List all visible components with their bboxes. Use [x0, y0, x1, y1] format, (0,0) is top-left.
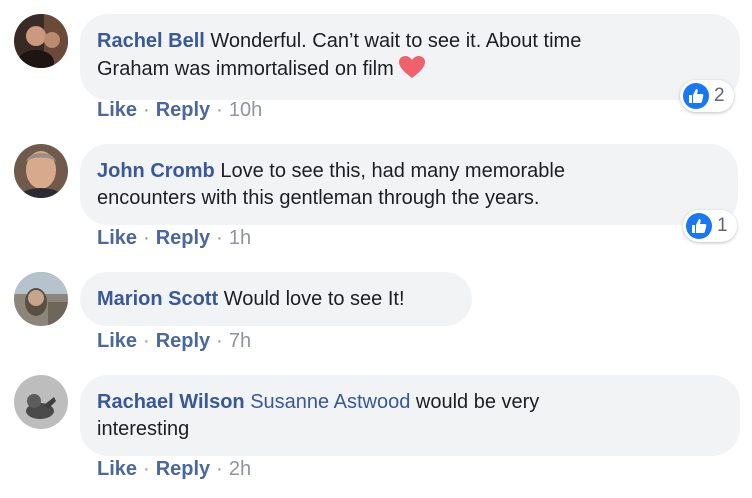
comment-bubble: John Cromb Love to see this, had many me… [80, 144, 738, 225]
comment-author[interactable]: Rachael Wilson [97, 391, 245, 413]
like-link[interactable]: Like [97, 330, 137, 352]
comment-text: Would love to see It! [223, 288, 405, 310]
avatar[interactable] [14, 14, 68, 68]
comment-text: interesting [97, 418, 190, 440]
comment-actions: Like · Reply · 1h [97, 227, 252, 249]
timestamp[interactable]: 1h [229, 227, 251, 249]
avatar-photo-rachael-wilson [14, 375, 68, 429]
like-reaction-icon [683, 83, 709, 109]
comment-author[interactable]: Marion Scott [97, 288, 218, 310]
avatar[interactable] [14, 272, 68, 326]
comment-text: Graham was immortalised on film [97, 58, 394, 80]
like-link[interactable]: Like [97, 227, 137, 249]
avatar[interactable] [14, 144, 68, 198]
comment-author[interactable]: Rachel Bell [97, 30, 205, 52]
comment-actions: Like · Reply · 7h [97, 330, 252, 352]
timestamp[interactable]: 7h [229, 330, 251, 352]
comment-bubble: Marion Scott Would love to see It! [80, 272, 472, 326]
comment-text: Love to see this, had many memorable [220, 160, 565, 182]
reply-link[interactable]: Reply [156, 330, 210, 352]
reply-link[interactable]: Reply [156, 227, 210, 249]
avatar-photo-john-cromb [14, 144, 68, 198]
like-reaction-icon [686, 213, 712, 239]
avatar[interactable] [14, 375, 68, 429]
avatar-photo-marion-scott [14, 272, 68, 326]
reply-link[interactable]: Reply [156, 458, 210, 480]
heart-emoji-icon [398, 55, 426, 87]
reaction-count: 2 [714, 85, 725, 106]
avatar-photo-rachel-bell [14, 14, 68, 68]
comment-author[interactable]: John Cromb [97, 160, 215, 182]
comment-text: Wonderful. Can’t wait to see it. About t… [210, 30, 582, 52]
like-link[interactable]: Like [97, 458, 137, 480]
reaction-count-badge[interactable]: 1 [683, 210, 737, 242]
comment-text: encounters with this gentleman through t… [97, 187, 540, 209]
comment-bubble: Rachael Wilson Susanne Astwood would be … [80, 375, 740, 456]
timestamp[interactable]: 10h [229, 99, 262, 121]
reaction-count-badge[interactable]: 2 [680, 80, 734, 112]
mention-link[interactable]: Susanne Astwood [250, 391, 410, 413]
timestamp[interactable]: 2h [229, 458, 251, 480]
comment-bubble: Rachel Bell Wonderful. Can’t wait to see… [80, 14, 740, 100]
comment-actions: Like · Reply · 2h [97, 458, 252, 480]
reaction-count: 1 [717, 215, 728, 236]
comment-actions: Like · Reply · 10h [97, 99, 263, 121]
like-link[interactable]: Like [97, 99, 137, 121]
comment-text: would be very [415, 391, 540, 413]
reply-link[interactable]: Reply [156, 99, 210, 121]
